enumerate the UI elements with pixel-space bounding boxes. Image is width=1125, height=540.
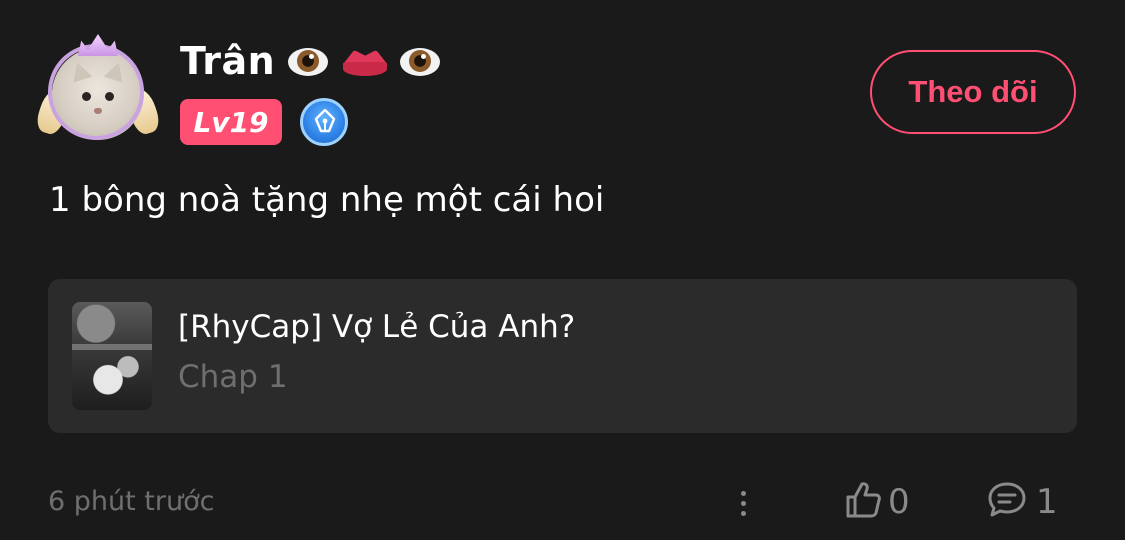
- thumbs-up-icon: [844, 480, 882, 524]
- username-row: Trân: [180, 38, 443, 84]
- avatar-frame-ring: [48, 44, 144, 140]
- story-title: [RhyCap] Vợ Lẻ Của Anh?: [178, 309, 576, 345]
- username[interactable]: Trân: [180, 39, 275, 83]
- like-button[interactable]: 0: [844, 478, 910, 526]
- reply-count: 1: [1036, 482, 1058, 522]
- comment-text: 1 bông noà tặng nhẹ một cái hoi: [49, 180, 605, 220]
- story-chapter: Chap 1: [178, 359, 288, 395]
- timestamp: 6 phút trước: [48, 486, 215, 517]
- avatar-frame-crown: [78, 34, 118, 56]
- story-card[interactable]: [RhyCap] Vợ Lẻ Của Anh? Chap 1: [48, 279, 1077, 433]
- badge-row: Lv19: [180, 97, 348, 147]
- comment-bubble-icon: [986, 480, 1028, 524]
- reply-button[interactable]: 1: [986, 478, 1058, 526]
- lips-emoji-icon: [341, 42, 388, 80]
- level-badge: Lv19: [180, 99, 282, 145]
- avatar[interactable]: [33, 34, 163, 144]
- more-options-button[interactable]: [726, 482, 760, 524]
- more-vertical-icon-dot: [740, 500, 746, 506]
- more-vertical-icon-dot: [740, 510, 746, 516]
- eye-emoji-icon: [285, 42, 331, 80]
- like-count: 0: [888, 482, 910, 522]
- story-thumbnail: [72, 302, 152, 410]
- pen-nib-icon: [300, 98, 348, 146]
- follow-button[interactable]: Theo dõi: [870, 50, 1076, 134]
- eye-emoji-icon: [397, 42, 443, 80]
- more-vertical-icon: [740, 490, 746, 496]
